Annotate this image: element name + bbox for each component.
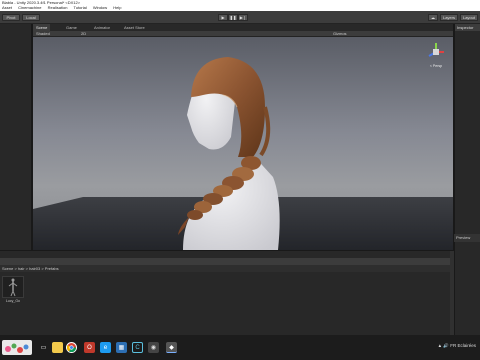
calculator-icon[interactable]: ▦ (116, 342, 127, 353)
tray-user-label: Eclairées (457, 343, 476, 348)
hierarchy-panel[interactable] (0, 24, 32, 250)
scene-render (33, 57, 453, 250)
pivot-button[interactable]: Pivot (2, 14, 20, 21)
app-round-icon[interactable]: ◉ (148, 342, 159, 353)
project-panel: Scene > hair > hair03 > Prefabs Lucy_Go (0, 250, 454, 335)
task-view-icon[interactable]: ▭ (38, 342, 49, 353)
menu-item-realisation[interactable]: Realisation (48, 5, 68, 10)
file-explorer-icon[interactable] (52, 342, 63, 353)
system-tray: ▲ 🔊 FR Eclairées (438, 343, 476, 349)
app-c-icon[interactable]: C (132, 342, 143, 353)
chrome-icon[interactable] (66, 342, 77, 353)
breadcrumb[interactable]: Scene > hair > hair03 > Prefabs (0, 265, 454, 272)
scene-gizmo[interactable]: < Persp (425, 41, 447, 71)
tab-scene[interactable]: Scene (33, 24, 51, 31)
keyboard-language[interactable]: FR (450, 343, 456, 348)
asset-thumbnail (2, 276, 24, 298)
project-toolbar[interactable] (0, 258, 454, 265)
gizmo-label: < Persp (429, 64, 443, 68)
layers-dropdown[interactable]: Layers (439, 14, 458, 21)
preview-header: Preview (454, 234, 480, 242)
cloud-icon[interactable]: ☁ (427, 14, 438, 21)
taskbar: ▭ O e ▦ C ◉ ◆ ▲ 🔊 FR Eclairées (0, 335, 480, 360)
start-decoration[interactable] (2, 340, 32, 355)
project-scrollbar[interactable] (450, 251, 454, 335)
tab-animator[interactable]: Animator (91, 24, 113, 31)
pause-icon[interactable]: ❚❚ (228, 14, 238, 21)
layout-dropdown[interactable]: Layout (459, 14, 478, 21)
inspector-title: Inspector (455, 24, 480, 31)
asset-item[interactable]: Lucy_Go (2, 276, 24, 304)
project-tabs[interactable] (0, 251, 454, 258)
scene-viewport[interactable]: < Persp (33, 37, 453, 250)
asset-name: Lucy_Go (5, 299, 20, 303)
tray-icon[interactable]: ▲ 🔊 (438, 343, 451, 348)
view-tabs: Scene Game Animator Asset Store (33, 24, 453, 31)
play-icon[interactable]: ▶ (218, 14, 228, 21)
tab-asset-store[interactable]: Asset Store (121, 24, 148, 31)
edge-icon[interactable]: e (100, 342, 111, 353)
play-controls: ▶ ❚❚ ▶❘ (218, 14, 248, 21)
menu-item-asset[interactable]: Asset (2, 5, 12, 10)
local-button[interactable]: Local (22, 14, 40, 21)
opera-icon[interactable]: O (84, 342, 95, 353)
menu-item-help[interactable]: Help (113, 5, 121, 10)
toolbar-right: ☁ Layers Layout (427, 14, 478, 21)
unity-icon[interactable]: ◆ (166, 342, 177, 353)
menu-item-tutorial[interactable]: Tutorial (74, 5, 87, 10)
main-toolbar: Pivot Local ▶ ❚❚ ▶❘ ☁ Layers Layout (0, 11, 480, 24)
step-icon[interactable]: ▶❘ (238, 14, 248, 21)
tab-game[interactable]: Game (63, 24, 80, 31)
menu-item-window[interactable]: Window (93, 5, 107, 10)
menu-item-cinemachine[interactable]: Cinemachine (18, 5, 41, 10)
inspector-panel[interactable]: Inspector (454, 24, 480, 335)
